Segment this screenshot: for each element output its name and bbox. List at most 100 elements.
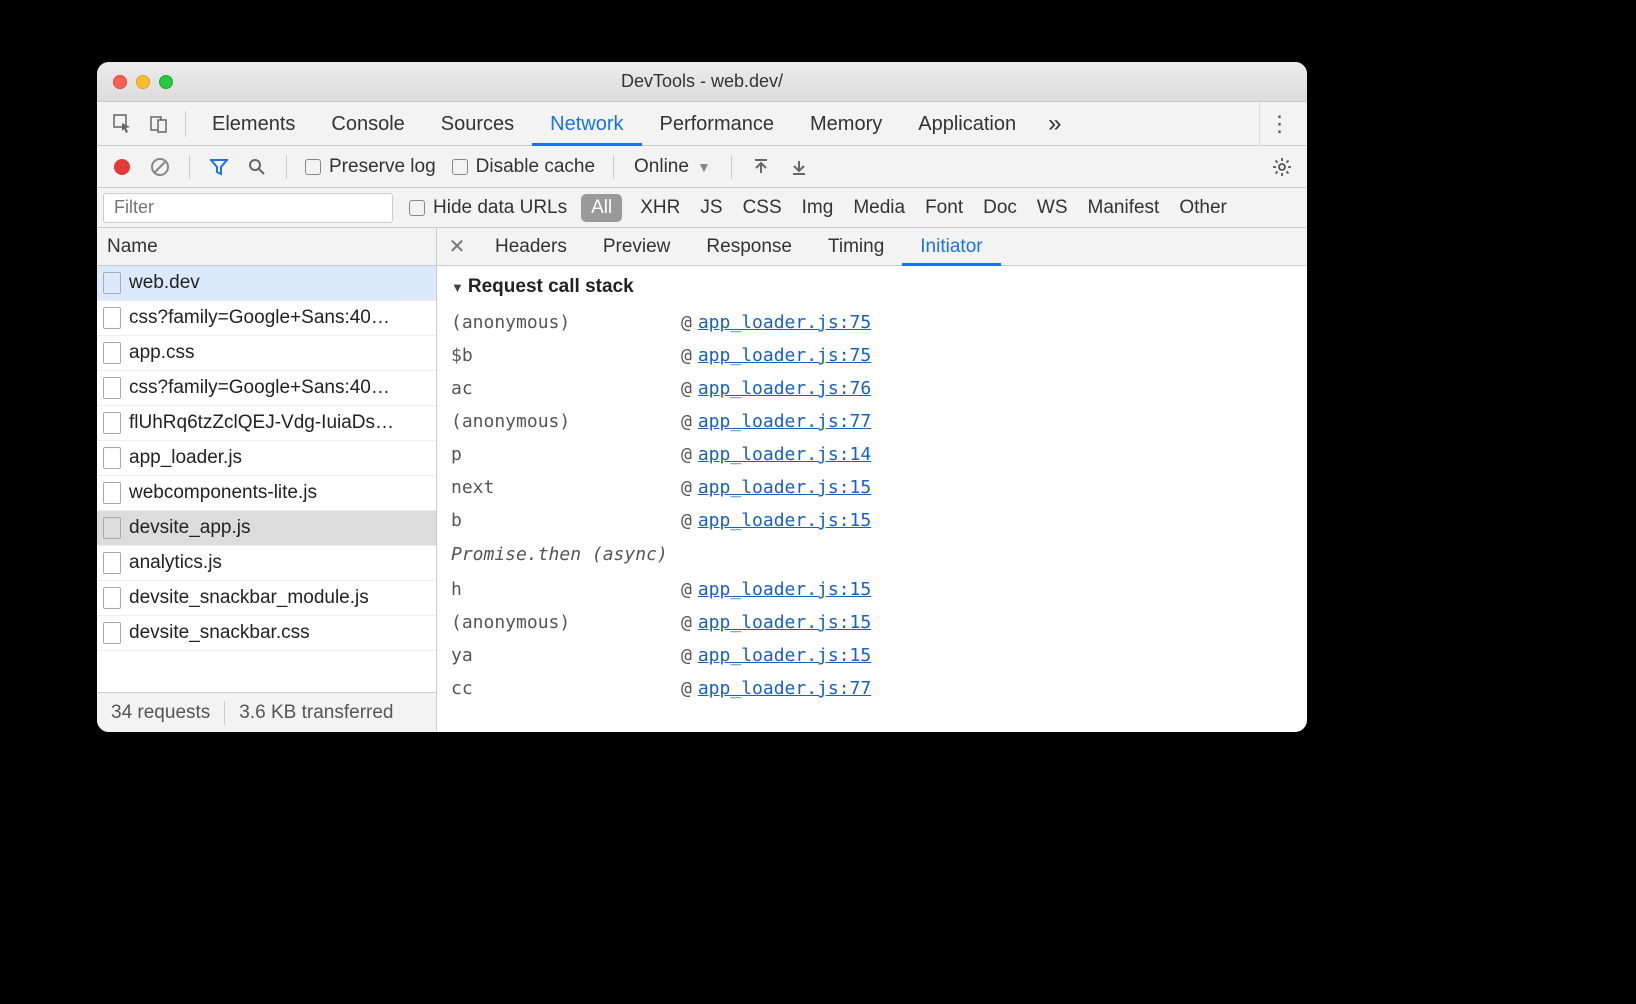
separator-icon — [189, 155, 190, 179]
inspect-element-icon[interactable] — [105, 106, 141, 142]
filter-type-manifest[interactable]: Manifest — [1078, 197, 1170, 219]
stack-source-link[interactable]: app_loader.js:15 — [698, 573, 871, 606]
record-button[interactable] — [105, 150, 139, 184]
request-row[interactable]: app.css — [97, 336, 436, 371]
stack-frame: h@app_loader.js:15 — [451, 573, 1293, 606]
stack-source-link[interactable]: app_loader.js:75 — [698, 339, 871, 372]
stack-frame: next@app_loader.js:15 — [451, 471, 1293, 504]
filter-type-other[interactable]: Other — [1169, 197, 1237, 219]
request-row[interactable]: web.dev — [97, 266, 436, 301]
stack-source-link[interactable]: app_loader.js:15 — [698, 606, 871, 639]
stack-frame: p@app_loader.js:14 — [451, 438, 1293, 471]
request-row[interactable]: css?family=Google+Sans:40… — [97, 371, 436, 406]
filter-toggle-icon[interactable] — [202, 150, 236, 184]
stack-source-link[interactable]: app_loader.js:77 — [698, 405, 871, 438]
request-row[interactable]: app_loader.js — [97, 441, 436, 476]
stack-frame: (anonymous)@app_loader.js:77 — [451, 405, 1293, 438]
document-icon — [103, 552, 121, 574]
stack-source-link[interactable]: app_loader.js:75 — [698, 306, 871, 339]
detail-tab-initiator[interactable]: Initiator — [902, 228, 1000, 266]
separator-icon — [731, 155, 732, 179]
at-symbol: @ — [681, 471, 692, 504]
stack-function: p — [451, 438, 681, 471]
disable-cache-checkbox[interactable]: Disable cache — [446, 156, 601, 178]
separator-icon — [286, 155, 287, 179]
device-toolbar-icon[interactable] — [141, 106, 177, 142]
at-symbol: @ — [681, 372, 692, 405]
network-summary: 34 requests 3.6 KB transferred — [97, 692, 436, 732]
tab-performance[interactable]: Performance — [642, 102, 793, 146]
filter-type-ws[interactable]: WS — [1027, 197, 1078, 219]
request-row[interactable]: devsite_snackbar.css — [97, 616, 436, 651]
settings-gear-icon[interactable] — [1265, 150, 1299, 184]
upload-har-icon[interactable] — [744, 150, 778, 184]
request-list-panel: Name web.devcss?family=Google+Sans:40…ap… — [97, 228, 437, 732]
request-name: devsite_snackbar.css — [129, 622, 310, 644]
chevron-down-icon: ▼ — [697, 159, 711, 175]
close-detail-button[interactable]: ✕ — [437, 234, 477, 259]
name-column-header[interactable]: Name — [97, 228, 436, 266]
download-har-icon[interactable] — [782, 150, 816, 184]
stack-source-link[interactable]: app_loader.js:15 — [698, 471, 871, 504]
filter-type-css[interactable]: CSS — [733, 197, 792, 219]
request-row[interactable]: flUhRq6tzZclQEJ-Vdg-IuiaDs… — [97, 406, 436, 441]
filter-type-js[interactable]: JS — [690, 197, 732, 219]
checkbox-icon — [452, 159, 468, 175]
filter-type-font[interactable]: Font — [915, 197, 973, 219]
requests-count: 34 requests — [97, 702, 224, 724]
filter-type-doc[interactable]: Doc — [973, 197, 1027, 219]
throttling-value: Online — [634, 156, 689, 178]
request-name: app.css — [129, 342, 194, 364]
document-icon — [103, 622, 121, 644]
stack-frame: $b@app_loader.js:75 — [451, 339, 1293, 372]
tab-sources[interactable]: Sources — [423, 102, 532, 146]
stack-source-link[interactable]: app_loader.js:15 — [698, 504, 871, 537]
filter-bar: Hide data URLs All XHRJSCSSImgMediaFontDo… — [97, 188, 1307, 228]
request-row[interactable]: devsite_app.js — [97, 511, 436, 546]
stack-frame: b@app_loader.js:15 — [451, 504, 1293, 537]
request-row[interactable]: analytics.js — [97, 546, 436, 581]
hide-data-urls-checkbox[interactable]: Hide data URLs — [403, 197, 573, 219]
filter-input[interactable] — [103, 193, 393, 223]
call-stack-section-header[interactable]: ▼ Request call stack — [451, 276, 1293, 298]
checkbox-icon — [305, 159, 321, 175]
detail-tab-preview[interactable]: Preview — [585, 228, 689, 266]
request-row[interactable]: devsite_snackbar_module.js — [97, 581, 436, 616]
request-row[interactable]: webcomponents-lite.js — [97, 476, 436, 511]
request-list: web.devcss?family=Google+Sans:40…app.css… — [97, 266, 436, 692]
at-symbol: @ — [681, 672, 692, 705]
stack-function: (anonymous) — [451, 606, 681, 639]
stack-source-link[interactable]: app_loader.js:14 — [698, 438, 871, 471]
stack-source-link[interactable]: app_loader.js:15 — [698, 639, 871, 672]
window-title: DevTools - web.dev/ — [97, 71, 1307, 92]
tab-application[interactable]: Application — [900, 102, 1034, 146]
filter-type-img[interactable]: Img — [792, 197, 844, 219]
stack-source-link[interactable]: app_loader.js:76 — [698, 372, 871, 405]
filter-type-xhr[interactable]: XHR — [630, 197, 690, 219]
filter-type-media[interactable]: Media — [843, 197, 915, 219]
tab-memory[interactable]: Memory — [792, 102, 900, 146]
search-icon[interactable] — [240, 150, 274, 184]
initiator-pane: ▼ Request call stack (anonymous)@app_loa… — [437, 266, 1307, 732]
detail-tab-headers[interactable]: Headers — [477, 228, 585, 266]
at-symbol: @ — [681, 504, 692, 537]
preserve-log-checkbox[interactable]: Preserve log — [299, 156, 442, 178]
detail-tab-response[interactable]: Response — [688, 228, 810, 266]
tab-console[interactable]: Console — [313, 102, 422, 146]
kebab-menu-icon[interactable]: ⋮ — [1259, 102, 1299, 146]
detail-tab-timing[interactable]: Timing — [810, 228, 902, 266]
at-symbol: @ — [681, 405, 692, 438]
disable-cache-label: Disable cache — [476, 156, 595, 178]
request-row[interactable]: css?family=Google+Sans:40… — [97, 301, 436, 336]
stack-source-link[interactable]: app_loader.js:77 — [698, 672, 871, 705]
stack-frame: cc@app_loader.js:77 — [451, 672, 1293, 705]
overflow-tabs-icon[interactable]: » — [1034, 110, 1075, 138]
filter-type-all[interactable]: All — [581, 194, 622, 222]
throttling-select[interactable]: Online ▼ — [626, 156, 719, 178]
at-symbol: @ — [681, 639, 692, 672]
tab-elements[interactable]: Elements — [194, 102, 313, 146]
async-boundary-label: Promise.then (async) — [451, 537, 1293, 573]
clear-button[interactable] — [143, 150, 177, 184]
hide-data-urls-label: Hide data URLs — [433, 197, 567, 219]
tab-network[interactable]: Network — [532, 102, 641, 146]
